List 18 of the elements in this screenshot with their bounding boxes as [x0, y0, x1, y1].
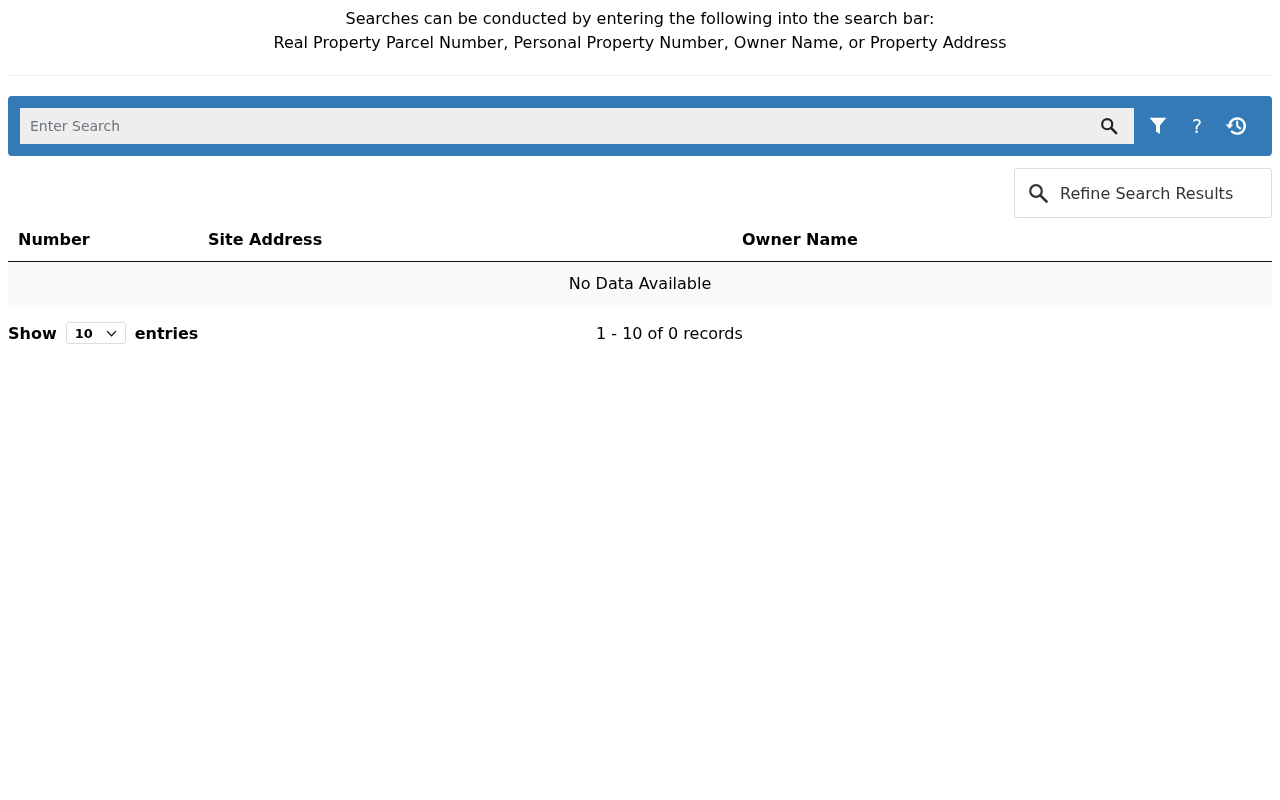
- search-field[interactable]: Enter Search: [20, 108, 1134, 144]
- record-count-text: 1 - 10 of 0 records: [596, 323, 743, 343]
- search-criteria-text: Real Property Parcel Number, Personal Property Number, Owner Name, or Property Address: [273, 32, 1007, 54]
- history-icon: [1225, 116, 1247, 136]
- column-header[interactable]: Site Address: [198, 218, 732, 262]
- refine-search-button[interactable]: Refine Search Results: [1014, 168, 1272, 218]
- show-label: Show: [8, 323, 57, 343]
- column-header[interactable]: Number: [8, 218, 198, 262]
- search-icon[interactable]: [1100, 117, 1118, 135]
- page-size-select[interactable]: 10: [65, 322, 126, 344]
- chevron-down-icon: [105, 329, 117, 337]
- search-icon: [1028, 183, 1048, 203]
- entries-label: entries: [134, 323, 199, 343]
- intro-text: Searches can be conducted by entering the following into the search bar:: [345, 8, 935, 30]
- column-header[interactable]: Owner Name: [732, 218, 1272, 262]
- help-button[interactable]: ?: [1178, 108, 1216, 144]
- empty-table-message: No Data Available: [8, 261, 1272, 305]
- filter-icon: [1149, 117, 1167, 135]
